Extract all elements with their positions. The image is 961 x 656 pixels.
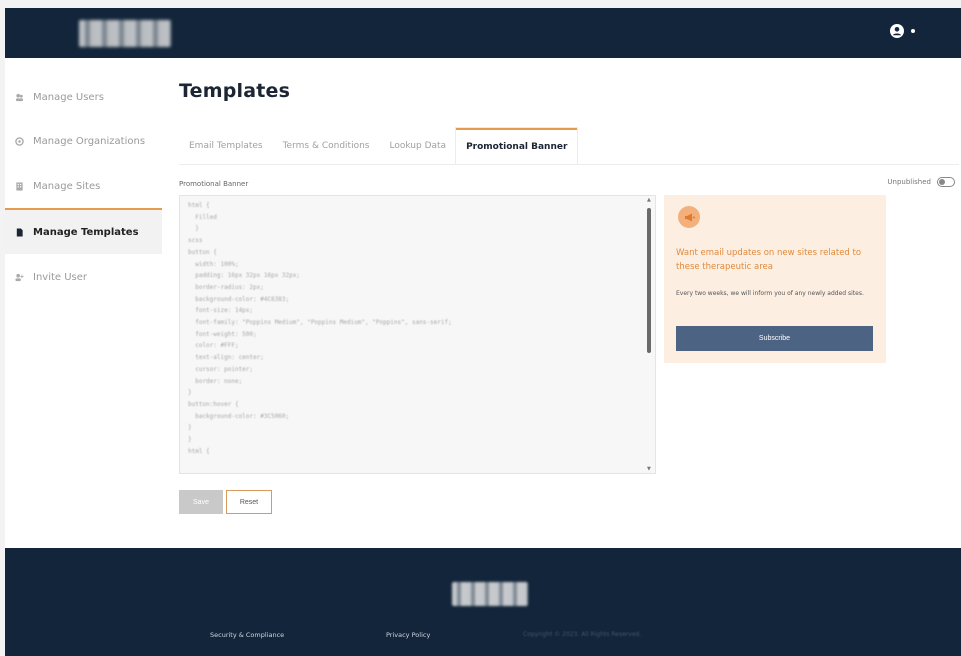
app-frame: Manage Users Manage Organizations Manage… (5, 8, 961, 656)
tab-promotional-banner[interactable]: Promotional Banner (456, 128, 578, 164)
brand-logo[interactable] (79, 20, 171, 47)
toggle-switch[interactable] (937, 177, 955, 187)
organization-icon (15, 136, 24, 146)
tab-terms-conditions[interactable]: Terms & Conditions (273, 128, 380, 164)
toggle-label: Unpublished (887, 178, 931, 186)
user-menu[interactable] (890, 24, 915, 38)
page-title: Templates (179, 80, 291, 102)
editor-content[interactable]: html { Filled } scss button { width: 100… (188, 200, 452, 457)
tab-divider (179, 164, 959, 165)
sidebar-item-label: Manage Organizations (33, 135, 146, 147)
footer: Security & Compliance Privacy Policy Cop… (5, 548, 961, 656)
user-circle-icon (890, 24, 904, 38)
top-navbar (5, 8, 961, 58)
building-icon (16, 181, 23, 191)
scroll-up-icon[interactable]: ▲ (647, 198, 651, 203)
subscribe-button[interactable]: Subscribe (676, 326, 873, 351)
code-editor[interactable]: html { Filled } scss button { width: 100… (179, 195, 656, 474)
sidebar-item-label: Manage Sites (33, 180, 101, 192)
footer-logo (452, 582, 528, 606)
preview-heading: Want email updates on new sites related … (676, 248, 862, 272)
tab-email-templates[interactable]: Email Templates (179, 128, 273, 164)
sidebar-item-manage-users[interactable]: Manage Users (5, 74, 162, 120)
sidebar-item-label: Manage Users (33, 91, 104, 103)
user-plus-icon (15, 273, 24, 281)
sidebar-item-label: Manage Templates (33, 226, 139, 238)
scroll-thumb[interactable] (647, 208, 651, 353)
sidebar: Manage Users Manage Organizations Manage… (5, 58, 162, 548)
copyright-text: Copyright © 2023. All Rights Reserved. (523, 631, 642, 638)
document-icon (16, 227, 23, 237)
sidebar-item-label: Invite User (33, 271, 88, 283)
security-compliance-link[interactable]: Security & Compliance (210, 631, 284, 639)
preview-text: Every two weeks, we will inform you of a… (676, 290, 864, 297)
users-icon (15, 93, 24, 101)
template-tabs: Email Templates Terms & Conditions Looku… (179, 128, 578, 164)
sidebar-item-manage-sites[interactable]: Manage Sites (5, 163, 162, 209)
megaphone-icon (678, 206, 700, 228)
chevron-down-icon (911, 29, 915, 33)
banner-preview: Want email updates on new sites related … (664, 195, 886, 363)
publish-toggle[interactable]: Unpublished (887, 177, 955, 187)
scroll-down-icon[interactable]: ▼ (647, 467, 651, 472)
reset-button[interactable]: Reset (226, 490, 272, 514)
tab-lookup-data[interactable]: Lookup Data (379, 128, 456, 164)
editor-scrollbar[interactable]: ▲ ▼ (647, 198, 651, 472)
sidebar-item-manage-templates[interactable]: Manage Templates (5, 208, 162, 254)
field-label: Promotional Banner (179, 180, 249, 188)
sidebar-item-manage-organizations[interactable]: Manage Organizations (5, 118, 162, 164)
sidebar-item-invite-user[interactable]: Invite User (5, 254, 162, 300)
privacy-policy-link[interactable]: Privacy Policy (386, 631, 430, 639)
save-button[interactable]: Save (179, 490, 223, 514)
